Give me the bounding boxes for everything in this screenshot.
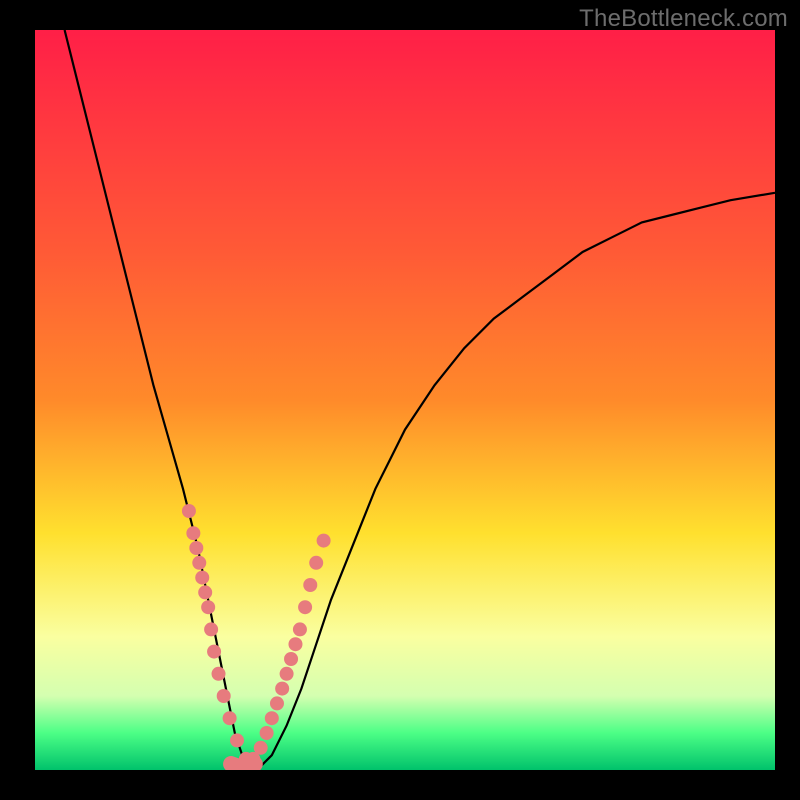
data-marker <box>270 696 284 710</box>
data-marker <box>317 534 331 548</box>
data-marker <box>186 526 200 540</box>
data-marker <box>212 667 226 681</box>
data-marker <box>204 622 218 636</box>
data-marker <box>280 667 294 681</box>
bottom-marker-blob <box>231 764 255 766</box>
data-marker <box>207 645 221 659</box>
chart-svg <box>35 30 775 770</box>
plot-area <box>35 30 775 770</box>
data-marker <box>198 585 212 599</box>
data-marker <box>265 711 279 725</box>
data-marker <box>288 637 302 651</box>
data-marker <box>192 556 206 570</box>
data-marker <box>254 741 268 755</box>
data-marker <box>230 733 244 747</box>
watermark-text: TheBottleneck.com <box>579 5 788 33</box>
data-marker <box>189 541 203 555</box>
data-marker <box>195 571 209 585</box>
data-marker <box>275 682 289 696</box>
data-marker <box>201 600 215 614</box>
outer-frame: TheBottleneck.com <box>0 0 800 800</box>
data-marker <box>298 600 312 614</box>
data-marker <box>217 689 231 703</box>
data-marker <box>293 622 307 636</box>
data-marker <box>260 726 274 740</box>
data-marker <box>182 504 196 518</box>
data-marker <box>223 711 237 725</box>
data-marker <box>303 578 317 592</box>
data-marker <box>284 652 298 666</box>
data-marker <box>309 556 323 570</box>
